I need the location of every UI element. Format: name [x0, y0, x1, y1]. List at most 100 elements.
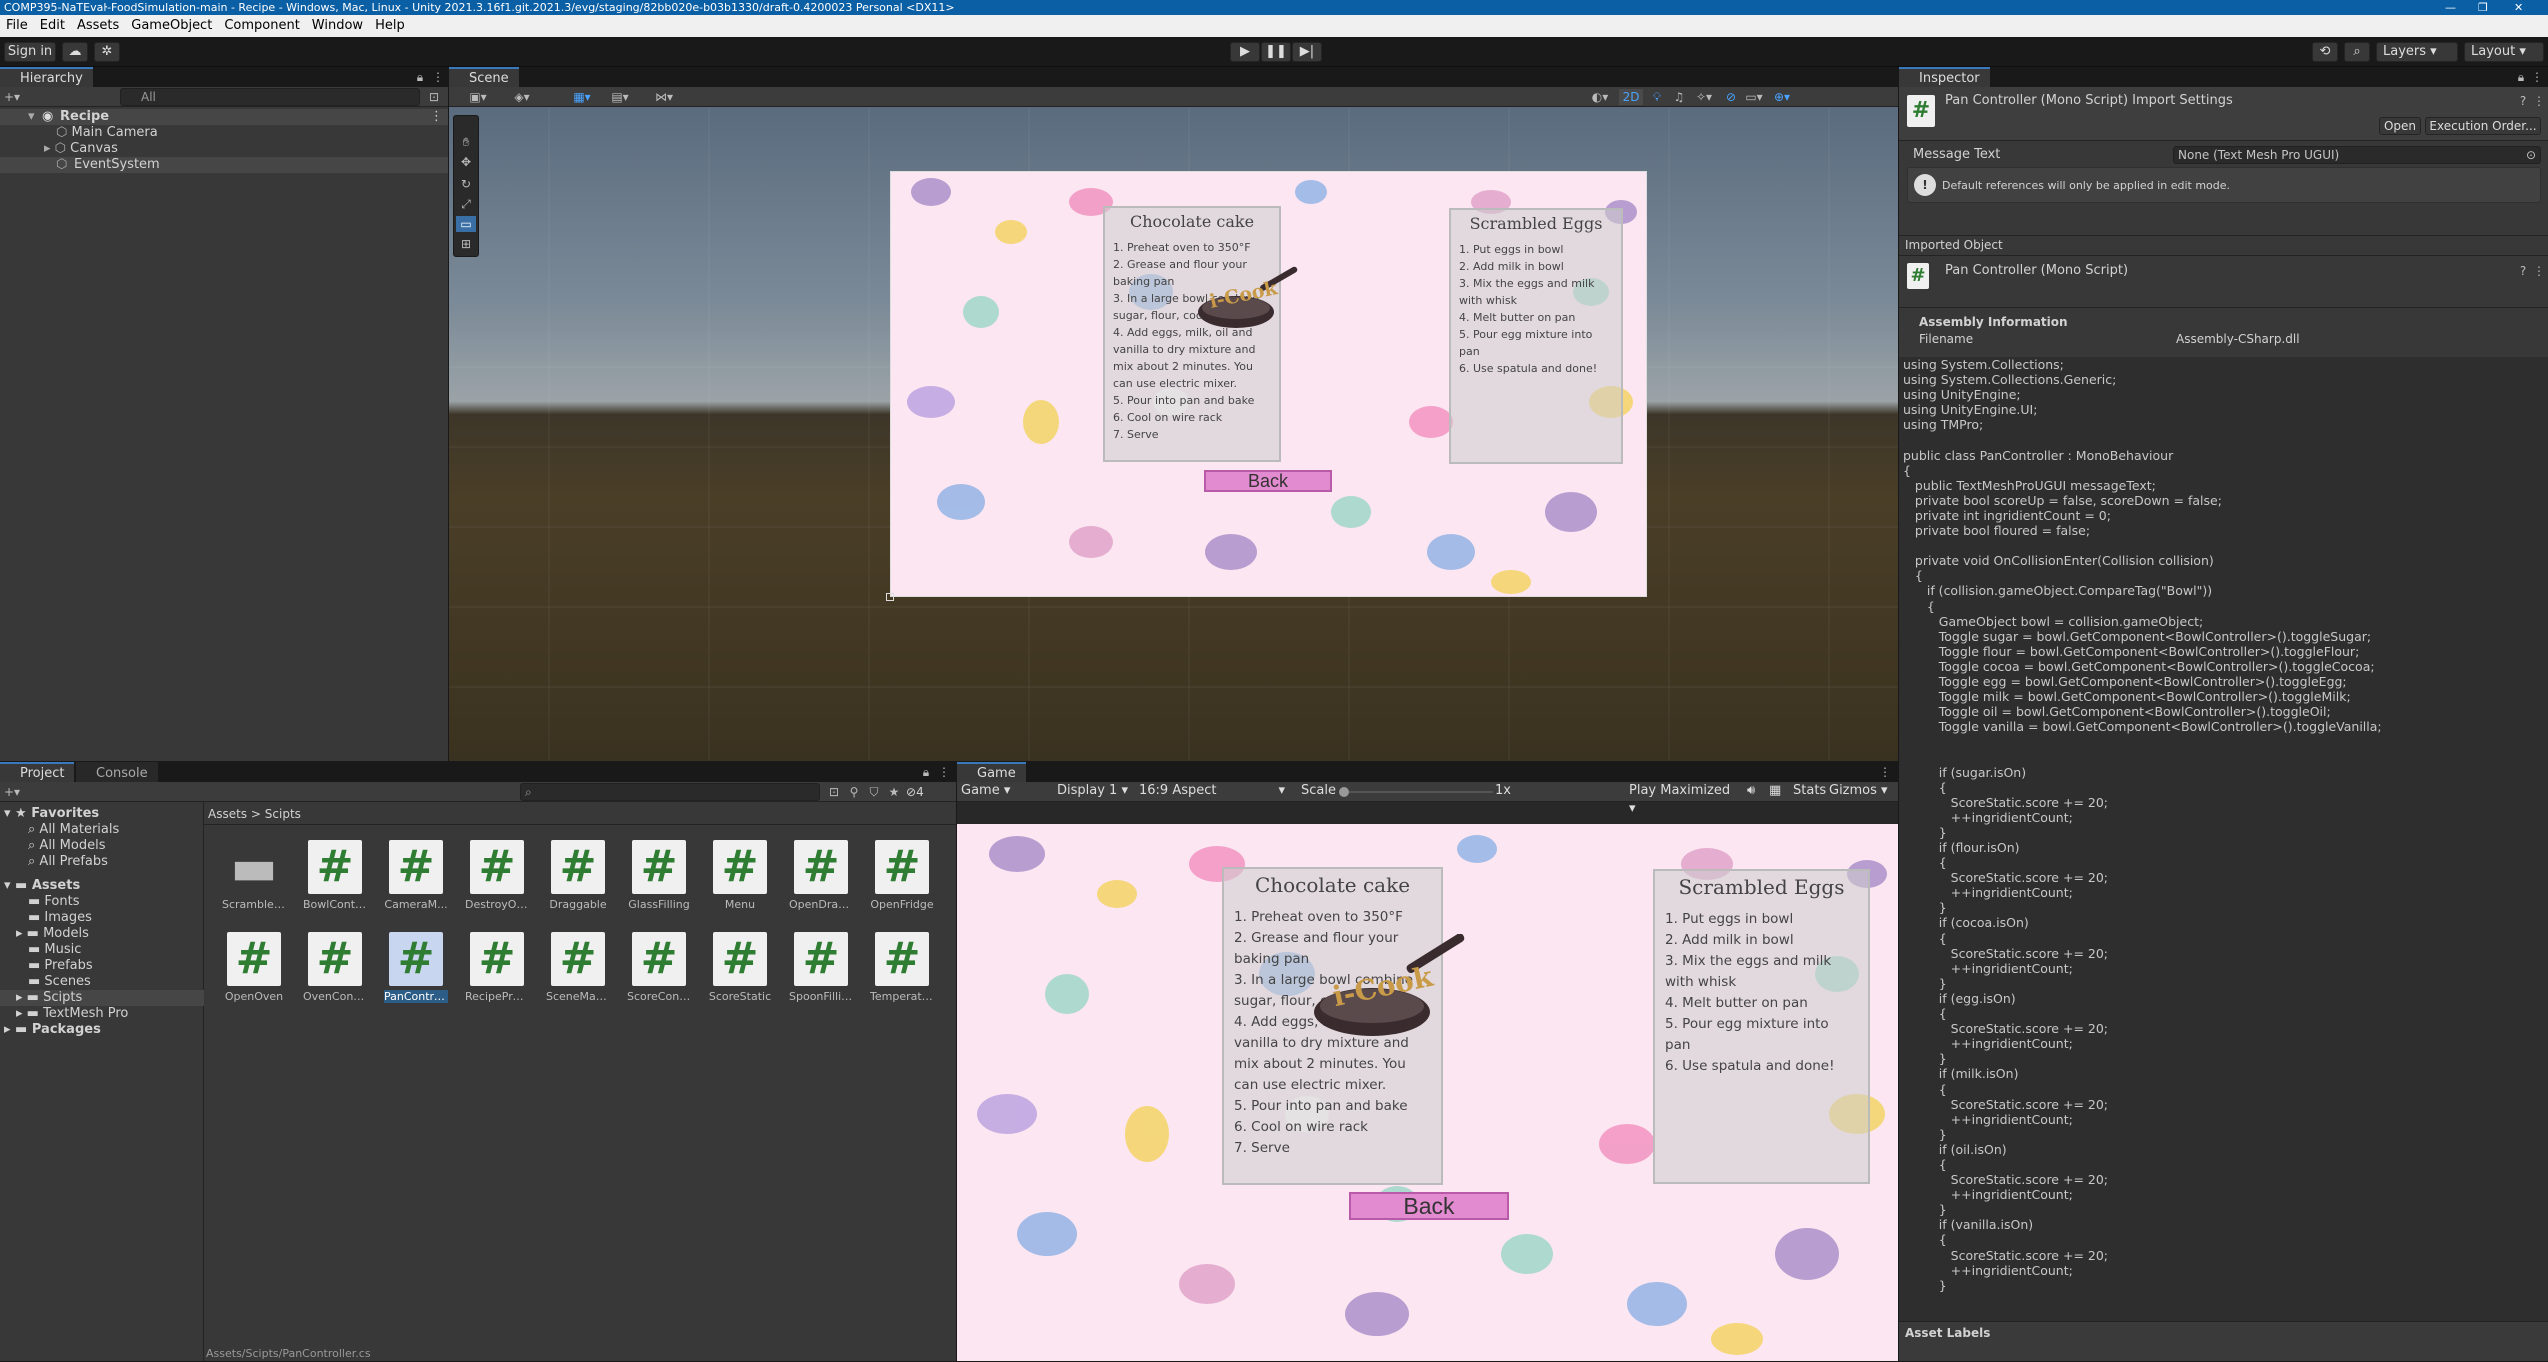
- folder-item[interactable]: ▬ Prefabs: [28, 958, 93, 974]
- folder-item-selected[interactable]: ▸ ▬ Scipts: [0, 990, 204, 1006]
- script-asset[interactable]: # SpoonFilling: [789, 932, 853, 1003]
- hierarchy-item-eventsystem[interactable]: ⬡ EventSystem: [0, 157, 448, 173]
- draw-mode-icon[interactable]: ▣▾: [463, 89, 493, 105]
- tab-project[interactable]: Project: [0, 762, 75, 782]
- hierarchy-search-input[interactable]: All: [120, 88, 420, 106]
- scene-menu-icon[interactable]: ⋮: [430, 109, 443, 125]
- help-icon[interactable]: ?: [2515, 93, 2531, 109]
- rect-handle[interactable]: [886, 593, 894, 601]
- menu-window[interactable]: Window: [306, 15, 369, 37]
- script-asset[interactable]: # Temperatu...: [870, 932, 934, 1003]
- hierarchy-item-canvas[interactable]: ▸ ⬡ Canvas: [44, 141, 118, 157]
- menu-file[interactable]: File: [0, 15, 34, 37]
- settings-icon[interactable]: ⋮: [2531, 93, 2547, 109]
- render-mode-icon[interactable]: ◈▾: [507, 89, 537, 105]
- favorite-icon[interactable]: ★: [886, 784, 902, 800]
- expand-icon[interactable]: ▾ ★: [4, 806, 31, 821]
- search-icon[interactable]: ⌕: [2344, 42, 2370, 62]
- shading-icon[interactable]: ◐▾: [1589, 89, 1611, 105]
- collab-icon[interactable]: ✲: [94, 42, 120, 62]
- game-viewport[interactable]: Chocolate cake 1. Preheat oven to 350°F …: [957, 824, 1898, 1361]
- transform-tool-icon[interactable]: ⊞: [458, 236, 474, 252]
- lock-icon[interactable]: 🔒︎: [2513, 69, 2529, 85]
- folder-asset[interactable]: ▬ Scrambled...: [222, 840, 286, 911]
- assets-folder[interactable]: ▾ ▬ Assets: [4, 878, 80, 894]
- execution-order-button[interactable]: Execution Order...: [2425, 117, 2541, 135]
- gizmos-icon[interactable]: ⊕▾: [1771, 89, 1793, 105]
- play-icon[interactable]: ▶: [1230, 42, 1260, 62]
- fav-item[interactable]: ⌕ All Models: [28, 838, 105, 854]
- lock-icon[interactable]: 🔒︎: [412, 69, 428, 85]
- step-icon[interactable]: ▶|: [1292, 42, 1322, 62]
- collapse-icon[interactable]: ▸ ▬: [16, 990, 43, 1005]
- script-asset[interactable]: # ScoreStatic: [708, 932, 772, 1003]
- move-tool-icon[interactable]: ✥: [458, 154, 474, 170]
- kebab-menu-icon[interactable]: ⋮: [2529, 69, 2545, 85]
- tab-console[interactable]: Console: [76, 762, 158, 782]
- menu-gameobject[interactable]: GameObject: [125, 15, 218, 37]
- tab-scene[interactable]: Scene: [449, 67, 519, 87]
- script-asset[interactable]: # CameraM...: [384, 840, 448, 911]
- camera-icon[interactable]: ▭▾: [1743, 89, 1765, 105]
- scene-row[interactable]: ▾ ◉ Recipe ⋮: [0, 109, 448, 125]
- tab-inspector[interactable]: Inspector: [1899, 67, 1990, 87]
- play-mode-dropdown[interactable]: Play Maximized ▾: [1629, 782, 1733, 816]
- grid-icon[interactable]: ⋈▾: [649, 89, 679, 105]
- hidden-objects-icon[interactable]: ⊘: [1723, 89, 1739, 105]
- scene-back-button[interactable]: Back: [1204, 470, 1332, 492]
- script-asset[interactable]: # OpenDraw...: [789, 840, 853, 911]
- settings-icon[interactable]: ⋮: [2531, 263, 2547, 279]
- kebab-menu-icon[interactable]: ⋮: [430, 69, 446, 85]
- pause-icon[interactable]: ❚❚: [1261, 42, 1291, 62]
- collapse-icon[interactable]: ▸: [44, 141, 55, 156]
- folder-item[interactable]: ▬ Fonts: [28, 894, 80, 910]
- packages-folder[interactable]: ▸ ▬ Packages: [4, 1022, 101, 1038]
- lighting-icon[interactable]: 💡︎: [1649, 89, 1665, 105]
- hierarchy-item-main-camera[interactable]: ⬡ Main Camera: [56, 125, 158, 141]
- script-asset[interactable]: # ScoreCont...: [627, 932, 691, 1003]
- minimize-icon[interactable]: —: [2445, 0, 2456, 15]
- effects-icon[interactable]: ✧▾: [1693, 89, 1715, 105]
- stats-button[interactable]: Stats: [1793, 782, 1826, 800]
- layers-dropdown[interactable]: Layers ▾: [2376, 42, 2458, 62]
- menu-component[interactable]: Component: [218, 15, 305, 37]
- menu-help[interactable]: Help: [369, 15, 411, 37]
- scene-canvas-preview[interactable]: Chocolate cake 1. Preheat oven to 350°F …: [890, 171, 1647, 597]
- menu-edit[interactable]: Edit: [34, 15, 71, 37]
- audio-icon[interactable]: ♫: [1671, 89, 1687, 105]
- game-view-dropdown[interactable]: Game ▾: [961, 782, 1047, 800]
- script-asset[interactable]: # OvenCont...: [303, 932, 367, 1003]
- add-icon[interactable]: +▾: [4, 89, 20, 105]
- favorites-folder[interactable]: ▾ ★ Favorites: [4, 806, 99, 822]
- search-filter-icon[interactable]: ⊡: [426, 89, 442, 105]
- folder-item[interactable]: ▸ ▬ TextMesh Pro: [16, 1006, 128, 1022]
- rotate-tool-icon[interactable]: ↻: [458, 176, 474, 192]
- tag-icon[interactable]: ⛉: [866, 784, 882, 800]
- kebab-menu-icon[interactable]: ⋮: [1877, 764, 1893, 780]
- cloud-icon[interactable]: ☁: [62, 42, 88, 62]
- scale-slider-thumb[interactable]: [1339, 787, 1349, 797]
- history-icon[interactable]: ⟲: [2312, 42, 2338, 62]
- object-picker-icon[interactable]: ⊙: [2526, 147, 2536, 163]
- breadcrumb-root[interactable]: Assets: [208, 807, 247, 821]
- sign-in-button[interactable]: Sign in: [4, 42, 56, 62]
- script-asset[interactable]: # OpenOven: [222, 932, 286, 1003]
- help-icon[interactable]: ?: [2515, 263, 2531, 279]
- collapse-icon[interactable]: ▸ ▬: [4, 1022, 32, 1037]
- collapse-icon[interactable]: ▸ ▬: [16, 1006, 43, 1021]
- kebab-menu-icon[interactable]: ⋮: [936, 764, 952, 780]
- shortcuts-icon[interactable]: ▦: [1769, 782, 1781, 800]
- layout-dropdown[interactable]: Layout ▾: [2464, 42, 2544, 62]
- display-dropdown[interactable]: Display 1 ▾: [1057, 782, 1137, 800]
- message-text-field[interactable]: None (Text Mesh Pro UGUI) ⊙: [2173, 146, 2541, 164]
- hand-tool-icon[interactable]: ✋︎: [458, 134, 474, 150]
- add-icon[interactable]: +▾: [4, 784, 20, 800]
- folder-item[interactable]: ▸ ▬ Models: [16, 926, 89, 942]
- script-asset[interactable]: # BowlContro...: [303, 840, 367, 911]
- script-asset[interactable]: # SceneMan...: [546, 932, 610, 1003]
- project-search-input[interactable]: ⌕: [520, 783, 820, 801]
- fav-item[interactable]: ⌕ All Prefabs: [28, 854, 108, 870]
- script-asset[interactable]: # OpenFridge: [870, 840, 934, 911]
- move-tool-icon[interactable]: ▦▾: [567, 89, 597, 105]
- expand-icon[interactable]: ▾: [28, 109, 35, 125]
